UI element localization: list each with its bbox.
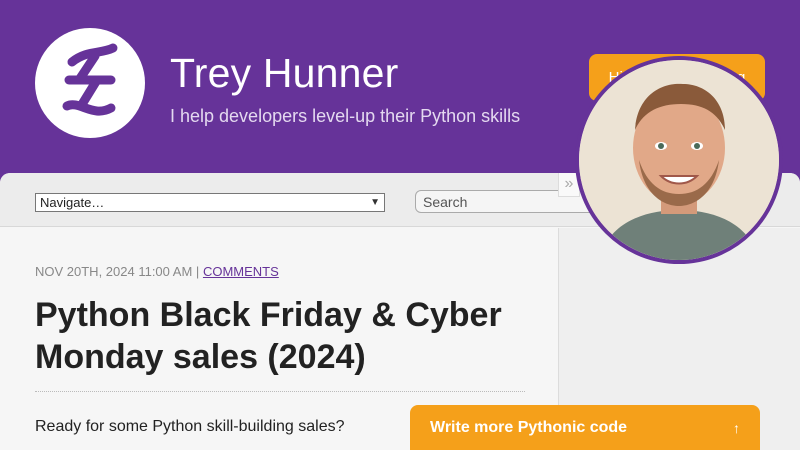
cta-label: Write more Pythonic code bbox=[430, 418, 628, 436]
title-divider bbox=[35, 391, 525, 392]
arrow-up-icon: ↑ bbox=[733, 419, 740, 436]
site-title[interactable]: Trey Hunner bbox=[170, 50, 399, 97]
author-photo bbox=[575, 56, 783, 264]
post-meta: NOV 20TH, 2024 11:00 AM | COMMENTS bbox=[35, 264, 279, 279]
post-title[interactable]: Python Black Friday & Cyber Monday sales… bbox=[35, 294, 535, 378]
author-photo-icon bbox=[579, 60, 779, 260]
navigate-select[interactable]: Navigate… ▼ bbox=[35, 193, 385, 212]
th-monogram-icon bbox=[62, 43, 118, 116]
site-subtitle: I help developers level-up their Python … bbox=[170, 106, 521, 126]
site-logo[interactable] bbox=[35, 28, 145, 138]
navigate-select-value: Navigate… bbox=[40, 195, 105, 210]
comments-link[interactable]: COMMENTS bbox=[203, 264, 279, 279]
newsletter-cta-button[interactable]: Write more Pythonic code ↑ bbox=[410, 405, 760, 450]
post-date: NOV 20TH, 2024 11:00 AM bbox=[35, 264, 193, 279]
meta-separator: | bbox=[195, 264, 200, 279]
chevron-down-icon: ▼ bbox=[370, 197, 380, 208]
post-intro: Ready for some Python skill-building sal… bbox=[35, 418, 345, 435]
